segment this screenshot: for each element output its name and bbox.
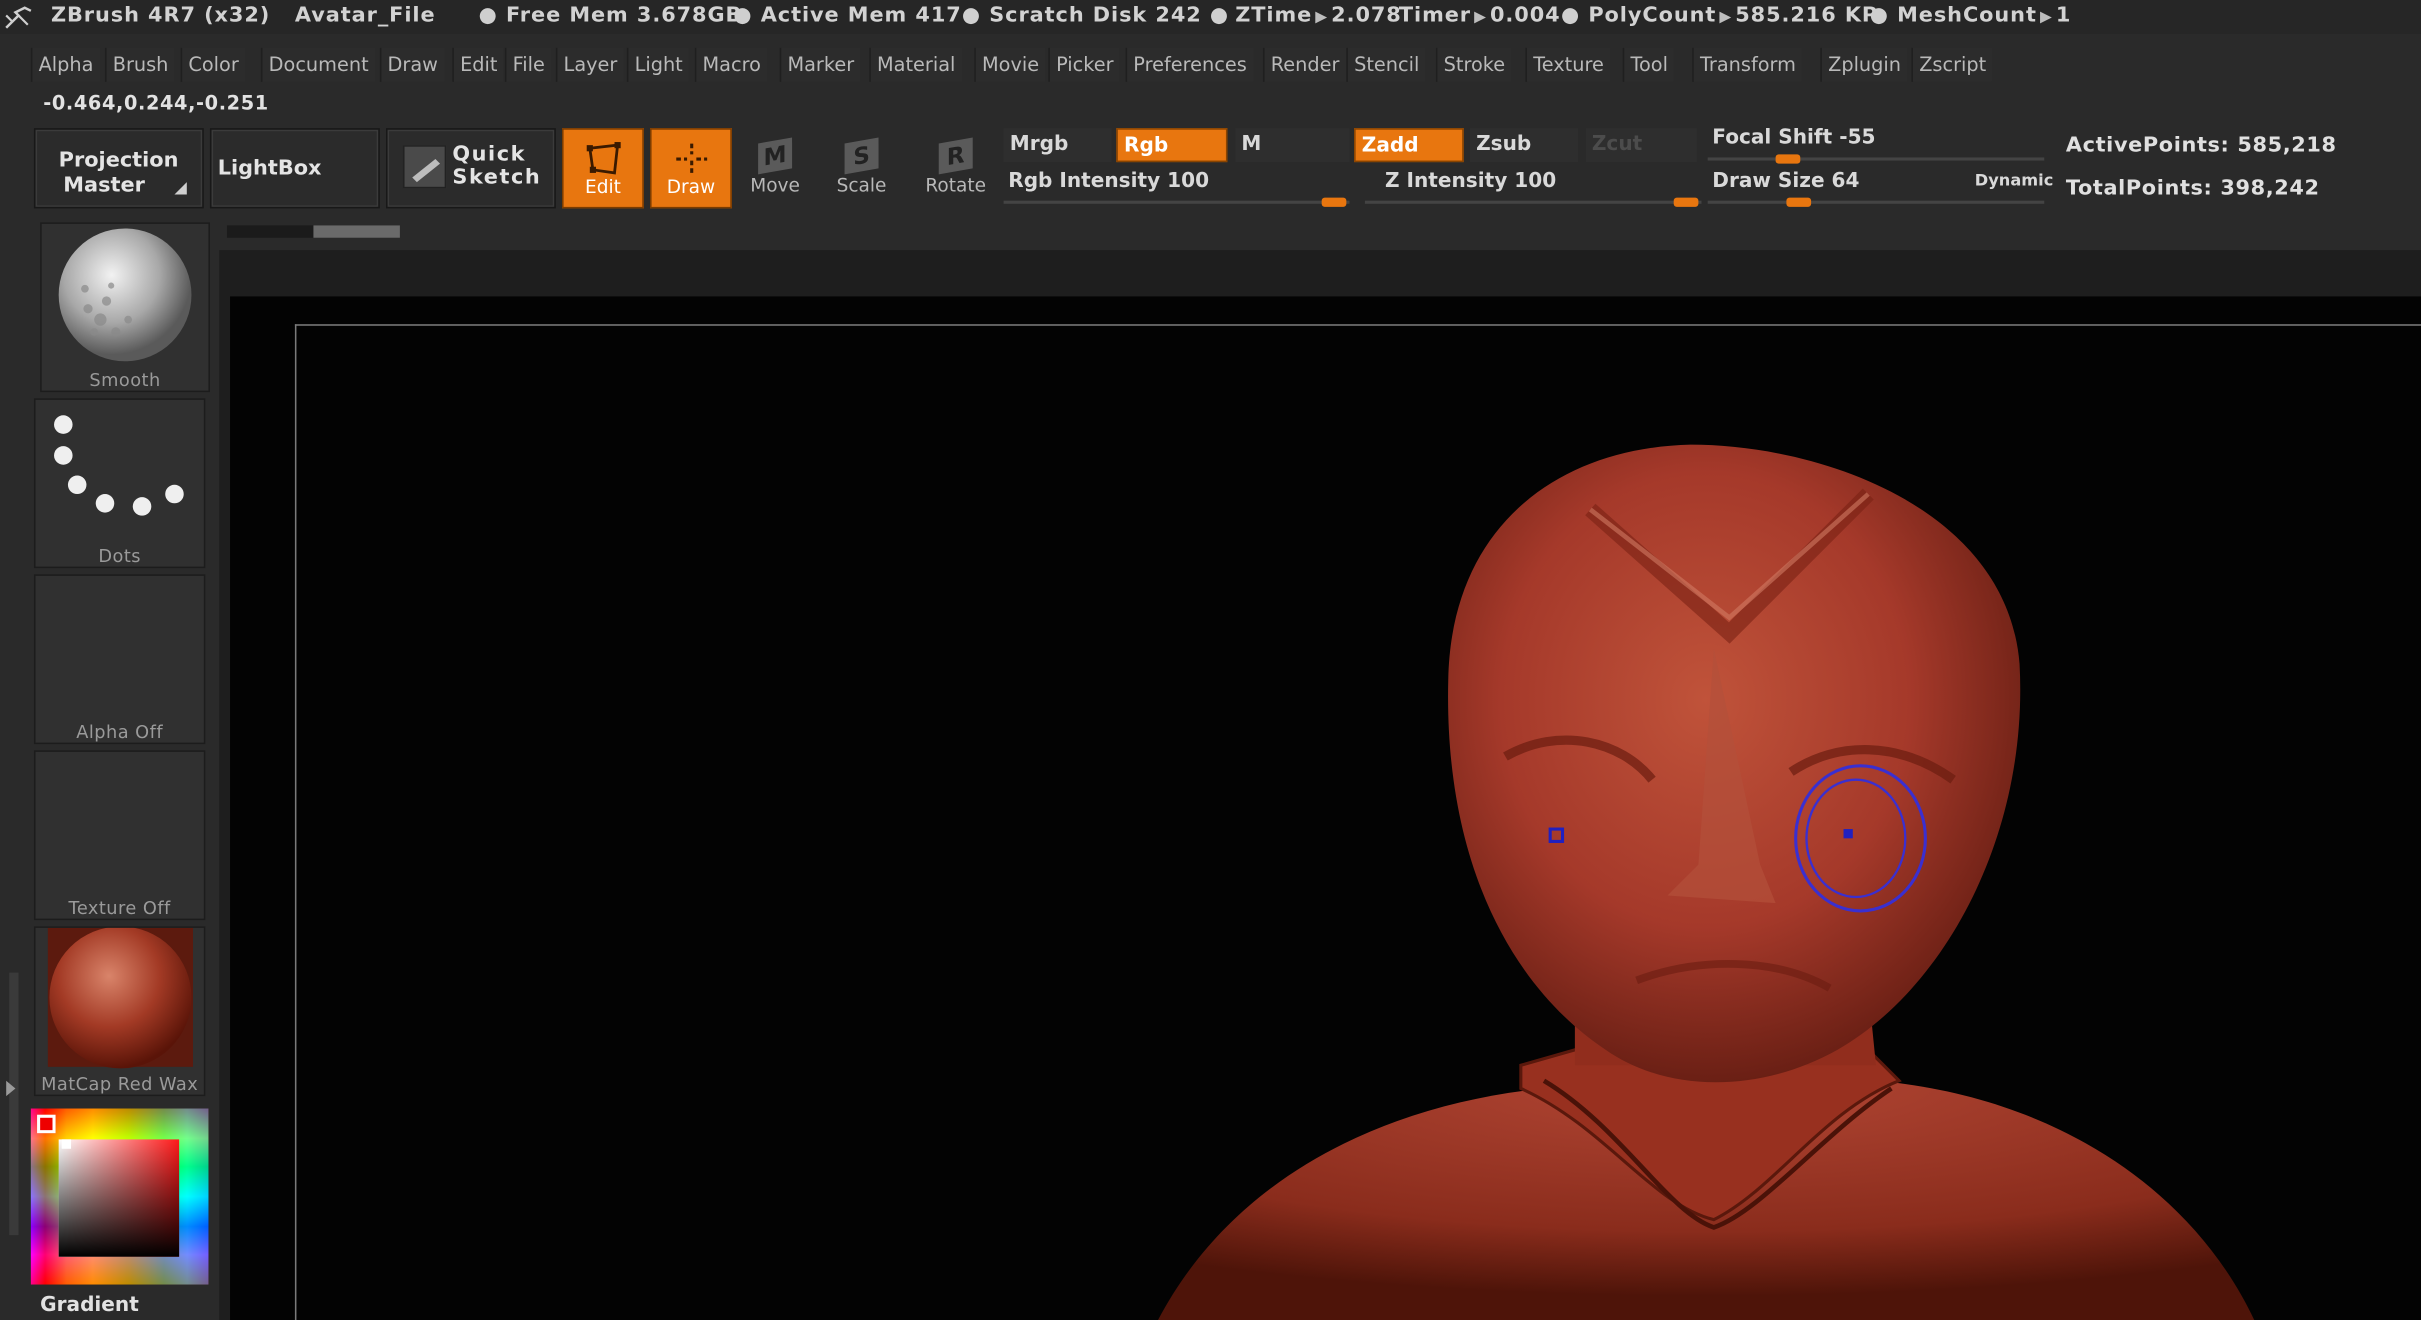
symmetry-marker-right bbox=[1843, 829, 1853, 839]
zbrush-window: ZBrush 4R7 (x32) Avatar_File ● Free Mem … bbox=[0, 0, 2421, 1320]
sculpt-model[interactable] bbox=[0, 0, 2421, 1320]
